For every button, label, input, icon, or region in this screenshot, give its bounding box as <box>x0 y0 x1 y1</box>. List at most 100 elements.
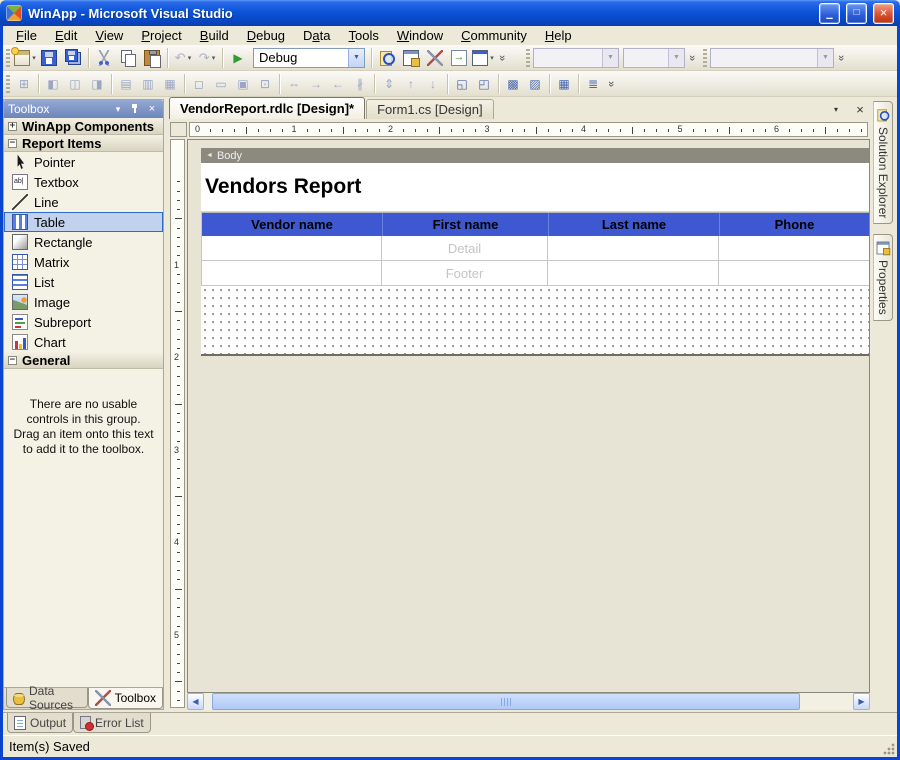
active-files-icon[interactable]: ▾ <box>828 101 844 117</box>
column-header-phone[interactable]: Phone <box>719 213 869 236</box>
menu-data[interactable]: Data <box>294 27 339 44</box>
maximize-button[interactable]: □ <box>846 3 867 24</box>
menu-edit[interactable]: Edit <box>46 27 86 44</box>
toolbar-grip[interactable] <box>526 49 530 67</box>
align-tops-button[interactable]: ▤ <box>115 73 137 95</box>
table-row-detail[interactable]: Detail <box>202 236 869 261</box>
table-cell[interactable] <box>202 236 382 260</box>
command-window-button[interactable] <box>471 47 495 69</box>
toolbox-group-winapp-components[interactable]: +WinApp Components <box>4 118 163 135</box>
tab-output[interactable]: Output <box>7 713 73 733</box>
window-position-icon[interactable]: ▾ <box>111 102 125 116</box>
resize-grip[interactable] <box>882 742 895 755</box>
toolbox-item-textbox[interactable]: Textbox <box>4 172 163 192</box>
menu-debug[interactable]: Debug <box>238 27 294 44</box>
toolbox-item-table[interactable]: Table <box>4 212 163 232</box>
h-spacing-remove-button[interactable]: ∦ <box>349 73 371 95</box>
toolbar-grip[interactable] <box>6 75 10 93</box>
tab-data-sources[interactable]: Data Sources <box>6 688 88 708</box>
minimize-button[interactable]: ▁ <box>819 3 840 24</box>
toolbox-item-image[interactable]: Image <box>4 292 163 312</box>
pin-icon[interactable] <box>128 102 142 116</box>
horizontal-scrollbar[interactable]: ◀ ▶ <box>187 693 870 710</box>
tab-form1[interactable]: Form1.cs [Design] <box>366 99 493 119</box>
tab-properties[interactable]: Properties <box>873 234 893 321</box>
column-header-last-name[interactable]: Last name <box>548 213 719 236</box>
h-spacing-decrease-button[interactable]: ← <box>327 73 349 95</box>
properties-window-button[interactable] <box>399 47 423 69</box>
new-project-button[interactable] <box>13 47 37 69</box>
toolbox-item-rectangle[interactable]: Rectangle <box>4 232 163 252</box>
toolbar-overflow-icon[interactable] <box>834 47 849 69</box>
menu-file[interactable]: File <box>7 27 46 44</box>
paste-button[interactable] <box>140 47 164 69</box>
table-cell[interactable] <box>719 261 869 285</box>
toolbar-overflow-icon[interactable] <box>495 47 510 69</box>
scrollbar-thumb[interactable] <box>212 693 800 710</box>
h-spacing-increase-button[interactable]: → <box>305 73 327 95</box>
table-button[interactable]: ▦ <box>553 73 575 95</box>
column-header-vendor-name[interactable]: Vendor name <box>202 213 382 236</box>
scrollbar-track[interactable] <box>204 693 853 710</box>
menu-window[interactable]: Window <box>388 27 452 44</box>
menu-view[interactable]: View <box>86 27 132 44</box>
chevron-down-icon[interactable]: ▼ <box>348 49 364 67</box>
report-title-textbox[interactable]: Vendors Report <box>201 163 869 212</box>
start-debugging-button[interactable]: ▶ <box>226 47 250 69</box>
make-same-size-button[interactable]: ▣ <box>232 73 254 95</box>
close-button[interactable]: × <box>873 3 894 24</box>
table-cell[interactable] <box>719 236 869 260</box>
table-row-footer[interactable]: Footer <box>202 261 869 286</box>
table-cell[interactable]: Footer <box>382 261 548 285</box>
tab-order-button[interactable]: ≣ <box>582 73 604 95</box>
v-spacing-decrease-button[interactable]: ↓ <box>422 73 444 95</box>
menu-help[interactable]: Help <box>536 27 581 44</box>
scroll-right-icon[interactable]: ▶ <box>853 693 870 710</box>
center-horizontally-button[interactable]: ◱ <box>451 73 473 95</box>
expander-icon[interactable]: + <box>8 122 17 131</box>
expander-icon[interactable]: − <box>8 356 17 365</box>
center-vertically-button[interactable]: ◰ <box>473 73 495 95</box>
align-centers-button[interactable]: ◫ <box>64 73 86 95</box>
table-cell[interactable]: Detail <box>382 236 548 260</box>
align-middles-button[interactable]: ▥ <box>137 73 159 95</box>
close-icon[interactable]: × <box>145 102 159 116</box>
save-all-button[interactable] <box>61 47 85 69</box>
undo-button[interactable]: ↶ <box>171 47 195 69</box>
table-cell[interactable] <box>548 236 719 260</box>
toolbox-item-subreport[interactable]: Subreport <box>4 312 163 332</box>
report-body[interactable]: Vendors Report Vendor nameFirst nameLast… <box>201 163 869 356</box>
bring-to-front-button[interactable]: ▩ <box>502 73 524 95</box>
size-to-grid-button[interactable]: ⊡ <box>254 73 276 95</box>
column-header-first-name[interactable]: First name <box>382 213 548 236</box>
menu-project[interactable]: Project <box>132 27 190 44</box>
tab-error-list[interactable]: Error List <box>73 713 151 733</box>
toolbox-item-matrix[interactable]: Matrix <box>4 252 163 272</box>
redo-button[interactable]: ↷ <box>195 47 219 69</box>
align-lefts-button[interactable]: ◧ <box>42 73 64 95</box>
toolbar-overflow-icon[interactable] <box>685 47 700 69</box>
solution-explorer-button[interactable] <box>375 47 399 69</box>
align-to-grid-button[interactable]: ⊞ <box>13 73 35 95</box>
toolbox-item-chart[interactable]: Chart <box>4 332 163 352</box>
design-surface[interactable]: Body Vendors Report Vendor nameFirst nam… <box>187 139 870 693</box>
toolbox-group-general[interactable]: − General <box>4 352 163 369</box>
tab-toolbox[interactable]: Toolbox <box>88 688 163 709</box>
menu-tools[interactable]: Tools <box>340 27 388 44</box>
h-spacing-equal-button[interactable]: ⇔ <box>283 73 305 95</box>
solution-configurations-combo[interactable]: Debug▼ <box>253 48 365 68</box>
grid-dots-area[interactable] <box>201 286 869 356</box>
copy-button[interactable] <box>116 47 140 69</box>
body-band-header[interactable]: Body <box>201 148 869 163</box>
menu-build[interactable]: Build <box>191 27 238 44</box>
toolbox-item-pointer[interactable]: Pointer <box>4 152 163 172</box>
report-table[interactable]: Vendor nameFirst nameLast namePhone Deta… <box>201 212 869 286</box>
toolbar-grip[interactable] <box>703 49 707 67</box>
toolbox-item-line[interactable]: Line <box>4 192 163 212</box>
v-spacing-equal-button[interactable]: ⇕ <box>378 73 400 95</box>
toolbar-overflow-icon[interactable] <box>604 73 619 95</box>
start-page-button[interactable] <box>447 47 471 69</box>
save-button[interactable] <box>37 47 61 69</box>
align-bottoms-button[interactable]: ▦ <box>159 73 181 95</box>
scroll-left-icon[interactable]: ◀ <box>187 693 204 710</box>
